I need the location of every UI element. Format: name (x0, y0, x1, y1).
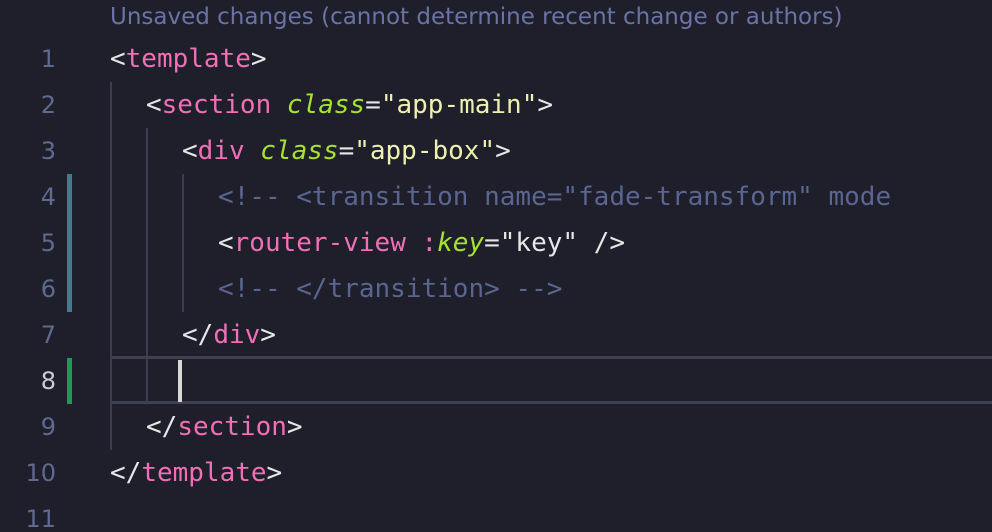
gutter-modified-marker[interactable] (67, 174, 72, 220)
code-line-11[interactable]: 11 (0, 496, 992, 532)
code-content: <template> (110, 36, 267, 82)
attribute-value: "key" (499, 228, 579, 258)
indent-guide (146, 174, 148, 220)
tag-name: template (141, 458, 267, 488)
line-number[interactable]: 11 (0, 496, 56, 532)
gutter-modified-marker[interactable] (67, 266, 72, 312)
bracket: > (286, 412, 303, 442)
bracket: > (266, 458, 283, 488)
tag-name: section (177, 412, 287, 442)
bracket: </ (182, 320, 214, 350)
current-line-highlight (110, 356, 992, 404)
indent-guide (182, 174, 184, 220)
code-line-10[interactable]: 10 </template> (0, 450, 992, 496)
indent-guide (146, 266, 148, 312)
indent-guide (110, 220, 112, 266)
bracket: < (182, 136, 198, 166)
line-number[interactable]: 6 (0, 266, 56, 312)
code-content: </section> (146, 404, 303, 450)
bracket: > (260, 320, 276, 350)
line-number[interactable]: 5 (0, 220, 56, 266)
code-comment: <!-- </transition> --> (218, 274, 563, 304)
indent-guide (182, 266, 184, 312)
equals: = (484, 228, 500, 258)
line-number[interactable]: 8 (0, 358, 56, 404)
text-cursor (178, 360, 182, 402)
codelens-blame-annotation[interactable]: Unsaved changes (cannot determine recent… (110, 0, 843, 34)
indent-guide (110, 266, 112, 312)
code-content: <section class="app-main"> (146, 82, 553, 128)
bracket: < (110, 44, 126, 74)
code-content: </div> (182, 312, 276, 358)
tag-name: router-view (233, 228, 406, 258)
bracket: < (146, 90, 162, 120)
equals: = (365, 90, 381, 120)
bracket: > (537, 90, 554, 120)
code-line-3[interactable]: 3 <div class="app-box"> (0, 128, 992, 174)
attribute-name: key (437, 228, 485, 258)
binding-prefix: : (421, 228, 438, 258)
line-number[interactable]: 7 (0, 312, 56, 358)
indent-guide (146, 220, 148, 266)
code-content: <div class="app-box"> (182, 128, 511, 174)
line-number[interactable]: 2 (0, 82, 56, 128)
indent-guide (110, 174, 112, 220)
code-line-6[interactable]: 6 <!-- </transition> --> (0, 266, 992, 312)
code-line-7[interactable]: 7 </div> (0, 312, 992, 358)
code-line-5[interactable]: 5 <router-view :key="key" /> (0, 220, 992, 266)
attribute-value: "app-box" (354, 136, 496, 166)
indent-guide (146, 358, 148, 404)
line-number[interactable]: 10 (0, 450, 56, 496)
attribute-name: class (286, 90, 366, 120)
bracket: /> (578, 228, 626, 258)
line-number[interactable]: 9 (0, 404, 56, 450)
bracket: < (218, 228, 234, 258)
tag-name: template (125, 44, 251, 74)
equals: = (338, 136, 355, 166)
indent-guide (146, 128, 148, 174)
bracket: </ (146, 412, 178, 442)
gutter-modified-marker[interactable] (67, 220, 72, 266)
code-line-9[interactable]: 9 </section> (0, 404, 992, 450)
line-number[interactable]: 4 (0, 174, 56, 220)
bracket: > (250, 44, 267, 74)
tag-name: div (213, 320, 261, 350)
code-content: <router-view :key="key" /> (218, 220, 625, 266)
indent-guide (110, 358, 112, 404)
indent-guide (110, 404, 112, 450)
code-line-2[interactable]: 2 <section class="app-main"> (0, 82, 992, 128)
attribute-value: "app-main" (380, 90, 538, 120)
code-line-8[interactable]: 8 (0, 356, 992, 404)
bracket: </ (110, 458, 142, 488)
code-content: </template> (110, 450, 282, 496)
tag-name: section (161, 90, 272, 120)
bracket: > (495, 136, 511, 166)
code-line-4[interactable]: 4 <!-- <transition name="fade-transform"… (0, 174, 992, 220)
indent-guide (146, 312, 148, 358)
indent-guide (110, 312, 112, 358)
tag-name: div (197, 136, 245, 166)
indent-guide (110, 82, 112, 128)
line-number[interactable]: 3 (0, 128, 56, 174)
indent-guide (110, 128, 112, 174)
indent-guide (182, 220, 184, 266)
line-number[interactable]: 1 (0, 36, 56, 82)
code-line-1[interactable]: 1 <template> (0, 36, 992, 82)
code-comment: <!-- <transition name="fade-transform" m… (218, 182, 892, 212)
code-editor[interactable]: Unsaved changes (cannot determine recent… (0, 0, 992, 532)
attribute-name: class (260, 136, 339, 166)
gutter-added-marker[interactable] (67, 358, 72, 404)
